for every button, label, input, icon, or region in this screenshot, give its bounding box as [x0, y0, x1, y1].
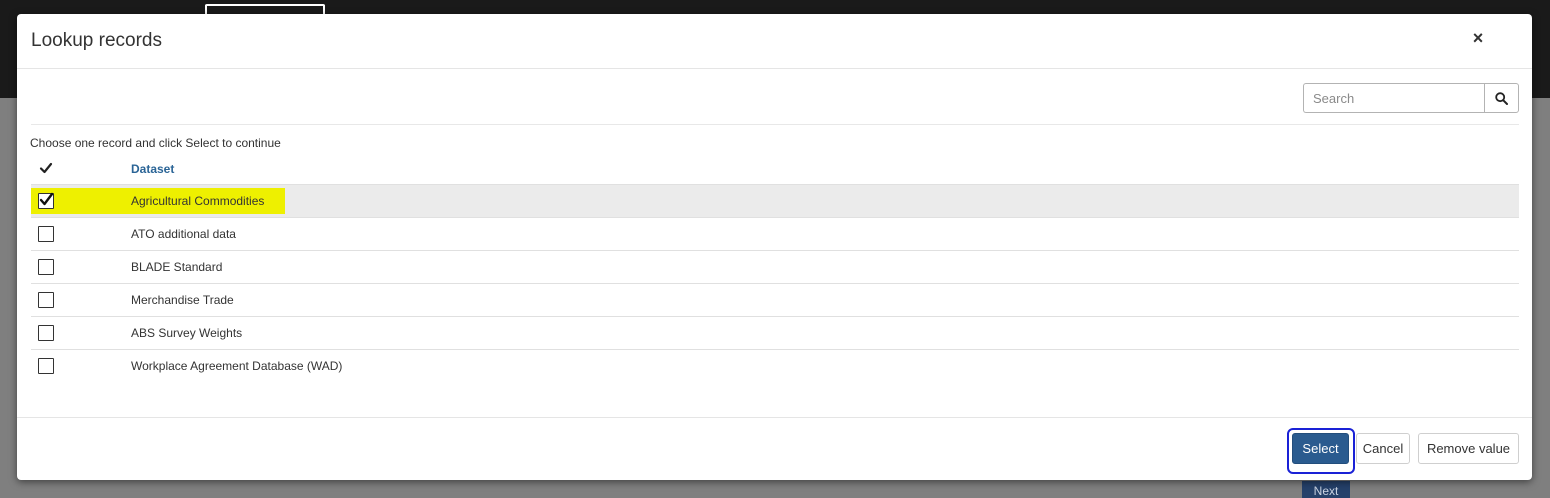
next-button: Next: [1302, 481, 1350, 498]
close-icon[interactable]: ×: [1470, 28, 1486, 48]
search-icon: [1495, 91, 1508, 105]
row-dataset-name: Workplace Agreement Database (WAD): [131, 359, 343, 373]
row-checkbox[interactable]: [38, 325, 54, 341]
search-button[interactable]: [1484, 83, 1519, 113]
checkmark-icon: [39, 162, 53, 174]
row-checkbox[interactable]: [38, 292, 54, 308]
dialog-header: Lookup records ×: [17, 14, 1532, 69]
row-checkbox[interactable]: [38, 358, 54, 374]
records-grid: Dataset Agricultural Commodities ATO add…: [31, 154, 1519, 383]
row-dataset-name: BLADE Standard: [131, 260, 223, 274]
grid-header-row: Dataset: [31, 154, 1519, 185]
row-checkbox[interactable]: [38, 192, 54, 209]
cancel-button[interactable]: Cancel: [1356, 433, 1410, 464]
table-row[interactable]: Merchandise Trade: [31, 284, 1519, 317]
table-row[interactable]: Workplace Agreement Database (WAD): [31, 350, 1519, 383]
column-header-dataset[interactable]: Dataset: [131, 162, 174, 176]
lookup-records-dialog: Lookup records × Choose one record and c…: [17, 14, 1532, 480]
instruction-text: Choose one record and click Select to co…: [30, 136, 281, 150]
table-row[interactable]: BLADE Standard: [31, 251, 1519, 284]
checkbox-checked-icon: [39, 192, 54, 206]
dialog-title: Lookup records: [31, 30, 162, 51]
row-checkbox[interactable]: [38, 259, 54, 275]
search-group: [1303, 83, 1519, 113]
search-input[interactable]: [1303, 83, 1484, 113]
row-dataset-name: ABS Survey Weights: [131, 326, 243, 340]
select-button[interactable]: Select: [1292, 433, 1349, 464]
dialog-footer: Select Cancel Remove value: [17, 417, 1532, 480]
table-row[interactable]: ABS Survey Weights: [31, 317, 1519, 350]
table-row[interactable]: Agricultural Commodities: [31, 185, 1519, 218]
row-dataset-name: ATO additional data: [131, 227, 236, 241]
toolbar-divider: [31, 124, 1519, 125]
row-dataset-name: Agricultural Commodities: [131, 194, 265, 208]
row-checkbox[interactable]: [38, 226, 54, 242]
remove-value-button[interactable]: Remove value: [1418, 433, 1519, 464]
table-row[interactable]: ATO additional data: [31, 218, 1519, 251]
row-dataset-name: Merchandise Trade: [131, 293, 234, 307]
